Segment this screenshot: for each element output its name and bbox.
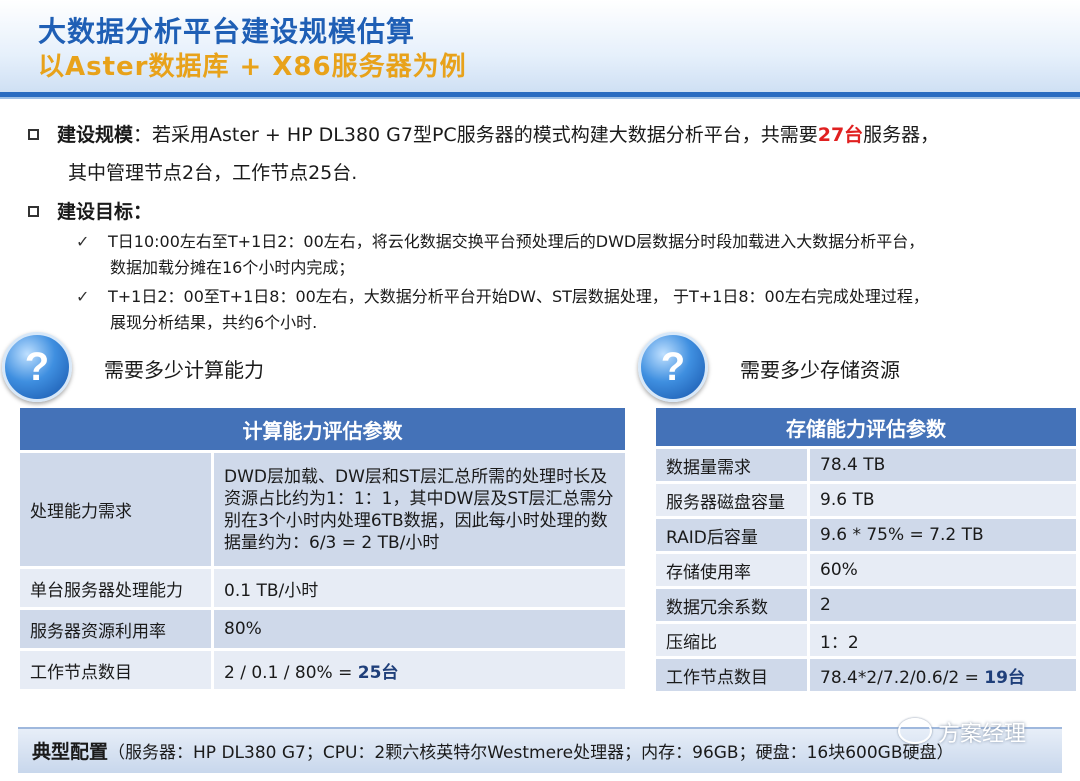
goal-item-2-line1: T+1日2：00至T+1日8：00左右，大数据分析平台开始DW、ST层数据处理，… bbox=[108, 287, 929, 306]
scale-text-post: 服务器， bbox=[863, 124, 940, 146]
storage-key: 数据冗余系数 bbox=[656, 589, 810, 621]
typical-config-label: 典型配置 bbox=[32, 741, 109, 763]
checkmark-icon: ✓ bbox=[76, 287, 90, 306]
table-row: RAID后容量 9.6 * 75% = 7.2 TB bbox=[656, 519, 1076, 551]
goal-item-1-line2: 数据加载分摊在16个小时内完成； bbox=[110, 258, 355, 277]
compute-table: 计算能力评估参数 处理能力需求 DWD层加载、DW层和ST层汇总所需的处理时长及… bbox=[20, 405, 625, 692]
table-row: 服务器资源利用率 80% bbox=[20, 610, 625, 648]
scale-text: ：若采用Aster + HP DL380 G7型PC服务器的模式构建大数据分析平… bbox=[133, 124, 818, 146]
table-row: 压缩比 1：2 bbox=[656, 624, 1076, 656]
scale-label: 建设规模 bbox=[57, 124, 134, 146]
square-bullet-icon bbox=[28, 129, 39, 140]
goals-bullet: 建设目标： bbox=[28, 197, 152, 227]
storage-key: 存储使用率 bbox=[656, 554, 810, 586]
table-row: 数据量需求 78.4 TB bbox=[656, 449, 1076, 481]
table-row: 数据冗余系数 2 bbox=[656, 589, 1076, 621]
compute-value: 80% bbox=[214, 610, 625, 648]
goal-item-1: ✓ T日10:00左右至T+1日2：00左右，将云化数据交换平台预处理后的DWD层… bbox=[76, 229, 1066, 281]
storage-result: 19台 bbox=[984, 667, 1025, 688]
wechat-icon bbox=[898, 718, 932, 744]
compute-table-header: 计算能力评估参数 bbox=[20, 408, 625, 450]
storage-table: 存储能力评估参数 数据量需求 78.4 TB 服务器磁盘容量 9.6 TB RA… bbox=[656, 405, 1076, 694]
watermark: 方案经理 bbox=[898, 716, 1026, 748]
slide-title: 大数据分析平台建设规模估算 bbox=[38, 15, 416, 48]
storage-question: 需要多少存储资源 bbox=[740, 358, 900, 382]
scale-line2: 其中管理节点2台，工作节点25台. bbox=[68, 162, 358, 184]
storage-key: 数据量需求 bbox=[656, 449, 810, 481]
storage-key: 服务器磁盘容量 bbox=[656, 484, 810, 516]
slide-subtitle: 以Aster数据库 + X86服务器为例 bbox=[38, 52, 467, 82]
typical-config-text: （服务器：HP DL380 G7；CPU：2颗六核英特尔Westmere处理器；… bbox=[108, 743, 954, 763]
square-bullet-icon bbox=[28, 206, 39, 217]
compute-value: 0.1 TB/小时 bbox=[214, 569, 625, 607]
storage-table-header: 存储能力评估参数 bbox=[656, 408, 1076, 446]
table-row: 处理能力需求 DWD层加载、DW层和ST层汇总所需的处理时长及资源占比约为1：1… bbox=[20, 453, 625, 566]
goals-label: 建设目标 bbox=[57, 201, 134, 223]
compute-result: 25台 bbox=[357, 662, 399, 683]
question-mark-icon: ? bbox=[2, 332, 72, 402]
header-divider-light bbox=[0, 97, 1080, 99]
storage-value: 60% bbox=[810, 554, 1076, 586]
storage-value: 2 bbox=[810, 589, 1076, 621]
question-mark-icon: ? bbox=[638, 332, 708, 402]
table-row: 服务器磁盘容量 9.6 TB bbox=[656, 484, 1076, 516]
goal-item-2-line2: 展现分析结果，共约6个小时. bbox=[110, 313, 318, 332]
checkmark-icon: ✓ bbox=[76, 232, 90, 251]
compute-key: 工作节点数目 bbox=[20, 651, 214, 689]
scale-bullet: 建设规模：若采用Aster + HP DL380 G7型PC服务器的模式构建大数… bbox=[28, 120, 939, 150]
storage-value: 1：2 bbox=[810, 624, 1076, 656]
compute-key: 服务器资源利用率 bbox=[20, 610, 214, 648]
table-row: 工作节点数目 2 / 0.1 / 80% = 25台 bbox=[20, 651, 625, 689]
storage-key: RAID后容量 bbox=[656, 519, 810, 551]
storage-value: 9.6 * 75% = 7.2 TB bbox=[810, 519, 1076, 551]
table-row: 存储使用率 60% bbox=[656, 554, 1076, 586]
table-row: 工作节点数目 78.4*2/7.2/0.6/2 = 19台 bbox=[656, 659, 1076, 691]
goal-item-2: ✓ T+1日2：00至T+1日8：00左右，大数据分析平台开始DW、ST层数据处理… bbox=[76, 284, 1066, 336]
compute-key: 处理能力需求 bbox=[20, 453, 214, 566]
compute-value: 2 / 0.1 / 80% = 25台 bbox=[214, 651, 625, 689]
storage-key: 工作节点数目 bbox=[656, 659, 810, 691]
compute-key: 单台服务器处理能力 bbox=[20, 569, 214, 607]
table-row: 单台服务器处理能力 0.1 TB/小时 bbox=[20, 569, 625, 607]
slide-header: 大数据分析平台建设规模估算 以Aster数据库 + X86服务器为例 bbox=[0, 0, 1080, 92]
compute-value: DWD层加载、DW层和ST层汇总所需的处理时长及资源占比约为1：1：1，其中DW… bbox=[214, 453, 625, 566]
compute-question: 需要多少计算能力 bbox=[104, 358, 264, 382]
storage-value: 9.6 TB bbox=[810, 484, 1076, 516]
storage-key: 压缩比 bbox=[656, 624, 810, 656]
storage-value: 78.4 TB bbox=[810, 449, 1076, 481]
goal-item-1-line1: T日10:00左右至T+1日2：00左右，将云化数据交换平台预处理后的DWD层数… bbox=[108, 232, 925, 251]
storage-value: 78.4*2/7.2/0.6/2 = 19台 bbox=[810, 659, 1076, 691]
scale-highlight: 27台 bbox=[817, 124, 864, 146]
